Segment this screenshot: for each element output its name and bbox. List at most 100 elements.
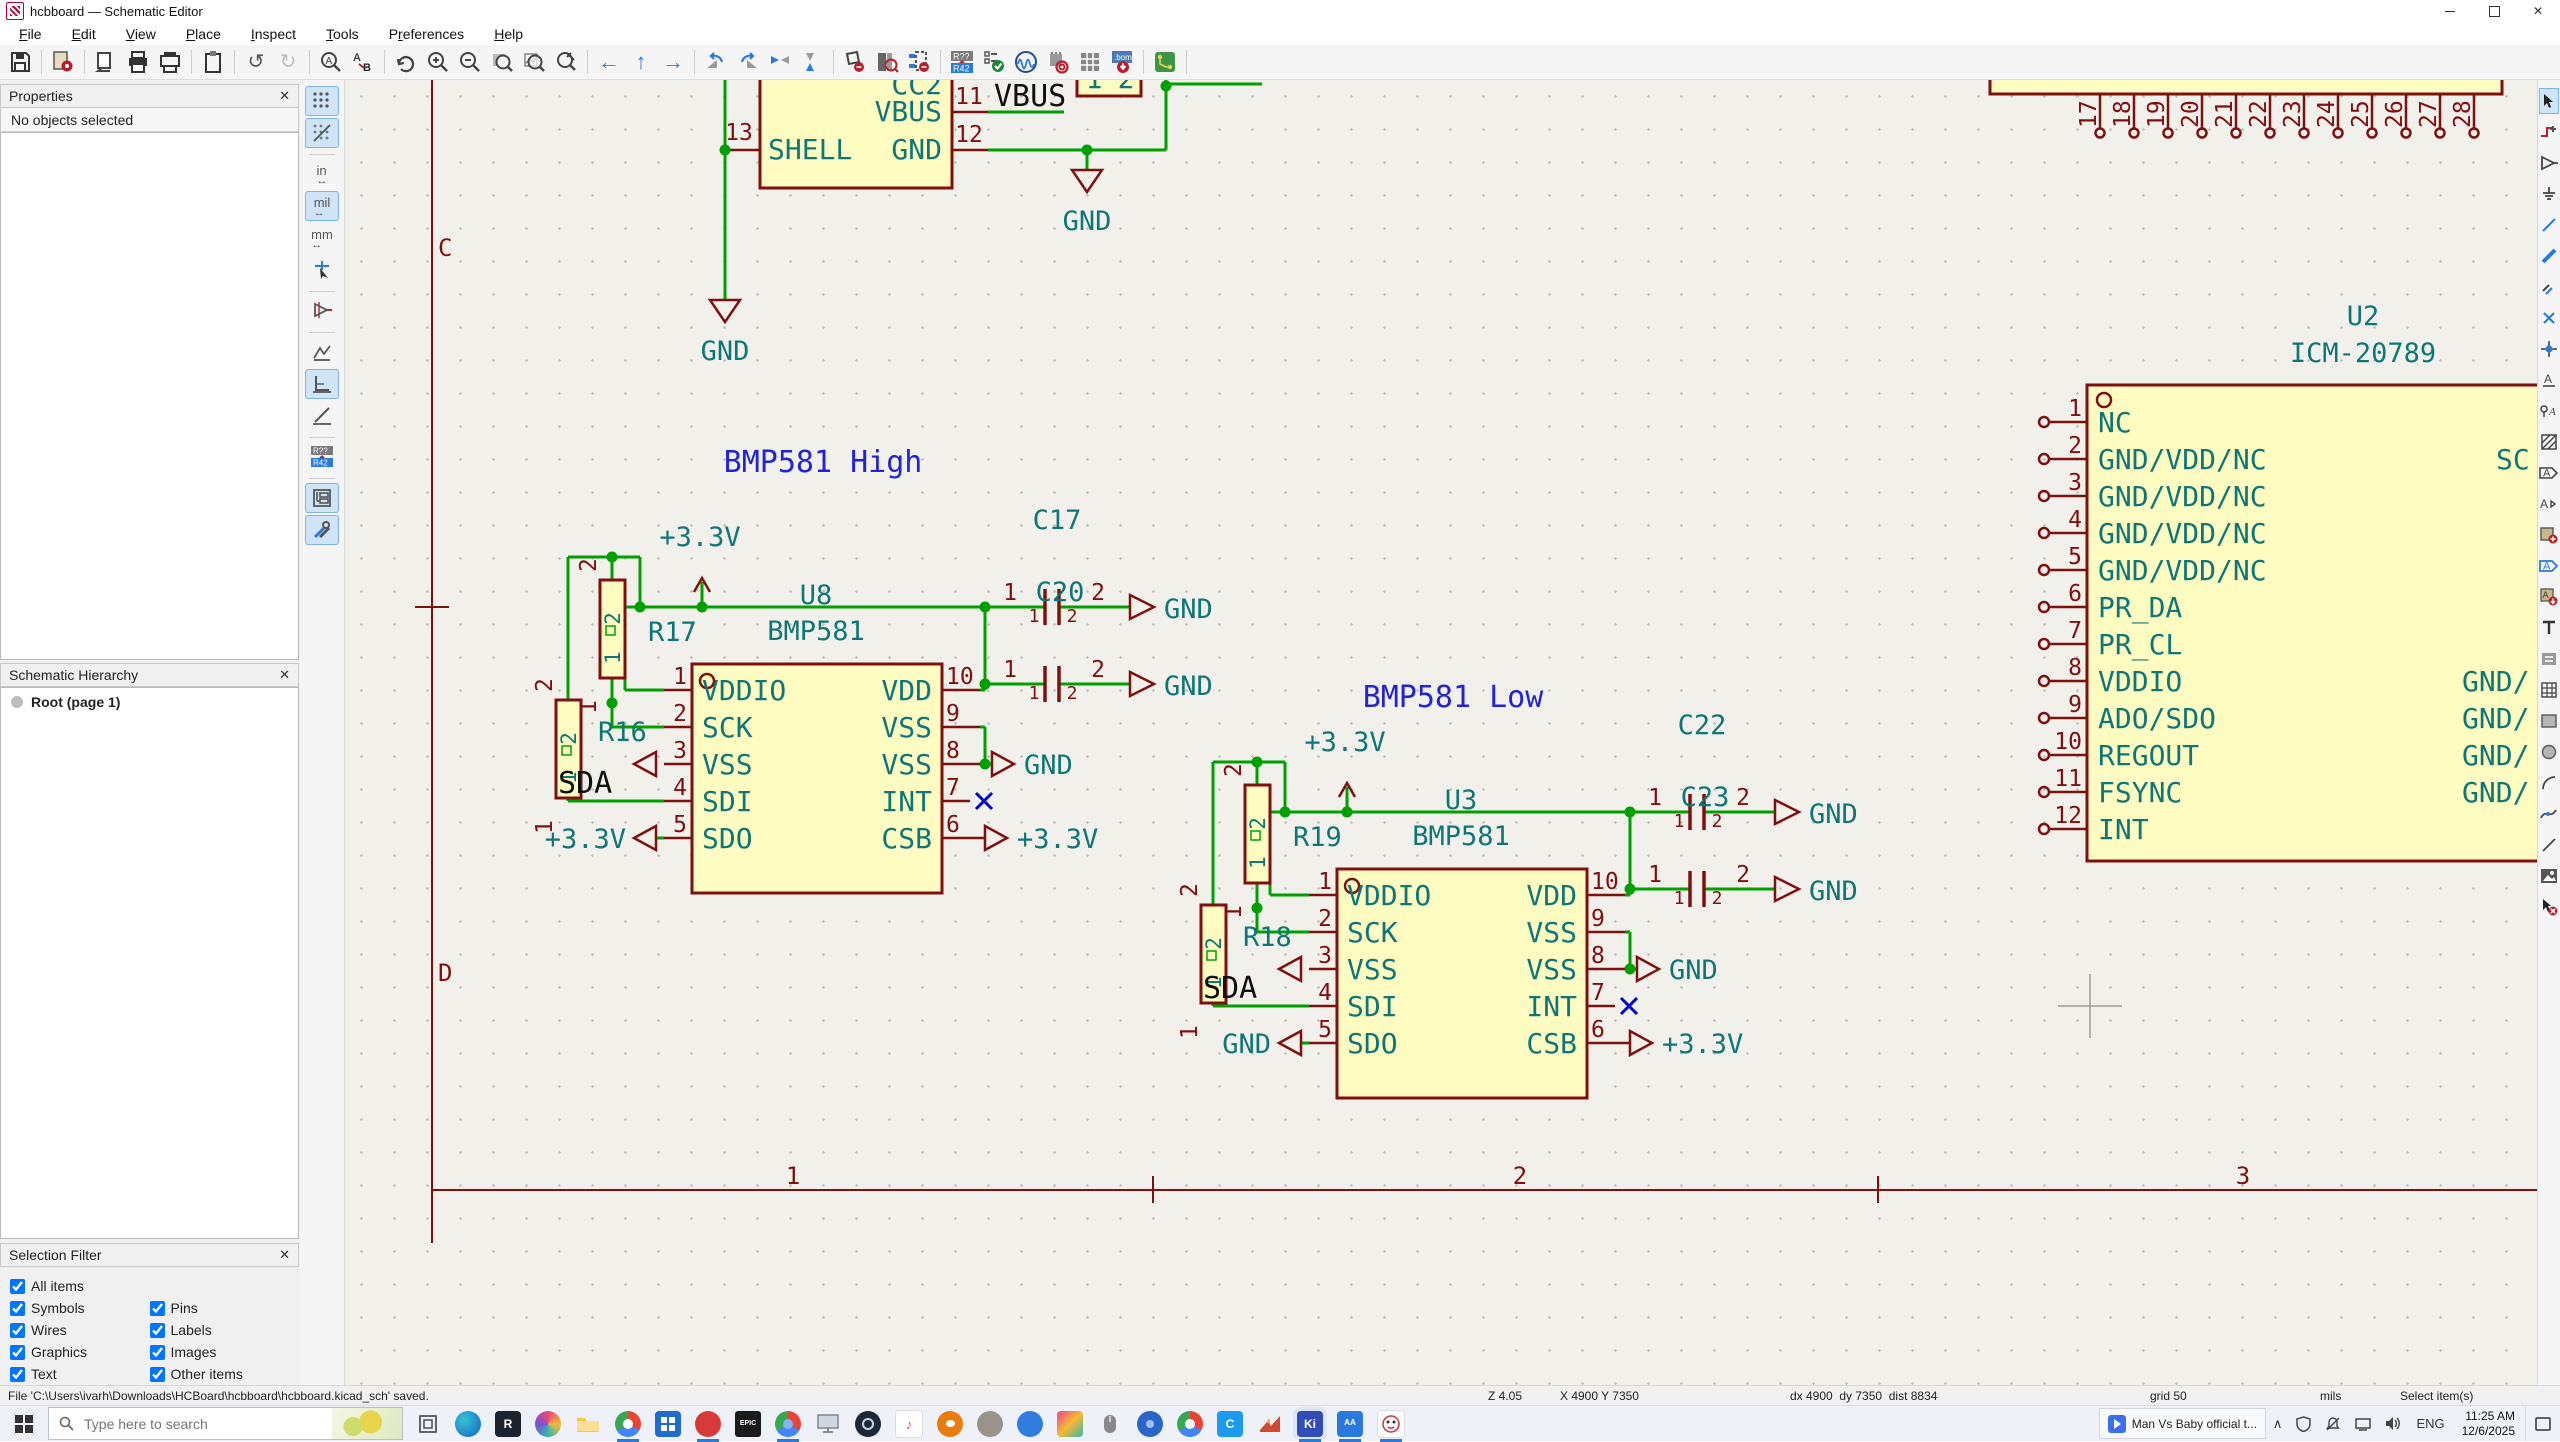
bmp581-u3-symbol[interactable]: U3 BMP581 1 2 3 4 5 10 9 8 7 6 VDDIO SCK [1309, 785, 1630, 1098]
mirror-v-button[interactable] [764, 47, 796, 77]
redo-button[interactable]: ↻ [272, 47, 304, 77]
filter-wires-checkbox[interactable] [10, 1323, 25, 1338]
filter-labels[interactable]: Labels [150, 1322, 290, 1338]
app-icon-epic[interactable]: EPIC [735, 1411, 761, 1437]
draw-arc-button[interactable] [2539, 770, 2559, 796]
grid-visibility-button[interactable] [305, 86, 339, 116]
wire-45deg-button[interactable] [305, 401, 339, 431]
place-table-button[interactable] [2539, 677, 2559, 703]
properties-manager-button[interactable] [305, 515, 339, 545]
app-icon-sticker[interactable] [1377, 1410, 1405, 1438]
sdo-net-label[interactable]: GND [1222, 1029, 1271, 1060]
filter-wires[interactable]: Wires [10, 1322, 150, 1338]
wire-hv-button[interactable] [305, 369, 339, 399]
undo-button[interactable]: ↺ [240, 47, 272, 77]
csb-net-label[interactable]: +3.3V [1662, 1029, 1743, 1060]
zoom-selection-button[interactable] [550, 47, 582, 77]
delete-tool-button[interactable] [2539, 894, 2559, 920]
hierarchy-header[interactable]: Schematic Hierarchy ✕ [0, 663, 299, 687]
plot-button[interactable] [154, 47, 186, 77]
save-button[interactable] [4, 47, 36, 77]
hidden-pins-button[interactable] [305, 296, 339, 326]
app-icon-krita[interactable] [1057, 1411, 1083, 1437]
cursor-shape-button[interactable] [305, 255, 339, 285]
place-power-button[interactable] [2539, 181, 2559, 207]
menu-tools[interactable]: Tools [311, 24, 374, 44]
zoom-objects-button[interactable] [518, 47, 550, 77]
place-junction-button[interactable] [2539, 336, 2559, 362]
app-icon-pa[interactable]: ᴬᴬ [1337, 1411, 1363, 1437]
schematic-setup-button[interactable] [47, 47, 79, 77]
menu-file[interactable]: File [4, 24, 57, 44]
app-icon-mouse-settings[interactable] [1097, 1411, 1123, 1437]
menu-preferences[interactable]: Preferences [374, 24, 480, 44]
selection-filter-header[interactable]: Selection Filter ✕ [0, 1243, 299, 1267]
app-icon-skype[interactable] [1017, 1411, 1043, 1437]
filter-other-items[interactable]: Other items [150, 1366, 290, 1382]
find-button[interactable]: A [315, 47, 347, 77]
tray-bell-off-icon[interactable] [2325, 1416, 2341, 1432]
filter-all-items-checkbox[interactable] [10, 1279, 25, 1294]
icm20789-u2-symbol[interactable]: U2 ICM-20789 1 2 3 4 5 6 7 8 9 10 11 12 [2039, 301, 2537, 861]
filter-pins-checkbox[interactable] [150, 1301, 165, 1316]
sda-label[interactable]: SDA [558, 766, 612, 801]
hierarchy-root-item[interactable]: Root (page 1) [1, 688, 298, 716]
filter-labels-checkbox[interactable] [150, 1323, 165, 1338]
zoom-out-button[interactable] [454, 47, 486, 77]
app-icon-c[interactable]: C [1217, 1411, 1243, 1437]
start-button[interactable] [0, 1406, 48, 1441]
global-label-button[interactable]: A [2539, 398, 2559, 424]
app-icon-blender[interactable] [937, 1411, 963, 1437]
vss-gnd-label[interactable]: GND [1024, 750, 1073, 781]
app-icon-matlab[interactable] [1257, 1411, 1283, 1437]
bus-entry-button[interactable] [2539, 274, 2559, 300]
units-inches-button[interactable]: in↔ [305, 159, 339, 189]
capacitor-c17[interactable]: C17 1 2 1 2 GND [1003, 505, 1213, 627]
zoom-in-button[interactable] [422, 47, 454, 77]
export-bom-button[interactable]: .bom [1106, 47, 1138, 77]
paste-button[interactable] [197, 47, 229, 77]
open-pcb-editor-button[interactable] [1149, 47, 1181, 77]
notification-center-button[interactable] [2525, 1406, 2560, 1441]
symbol-library-browser-button[interactable] [871, 47, 903, 77]
find-replace-button[interactable]: AB [347, 47, 379, 77]
units-mm-button[interactable]: mm↔ [305, 223, 339, 253]
no-connect-button[interactable] [2539, 305, 2559, 331]
hierarchy-close-icon[interactable]: ✕ [279, 667, 290, 683]
filter-text-checkbox[interactable] [10, 1367, 25, 1382]
net-label-button[interactable]: A [2539, 367, 2559, 393]
hierarchical-label-button[interactable]: A [2539, 460, 2559, 486]
netclass-directive-button[interactable] [2539, 429, 2559, 455]
place-symbol-button[interactable] [2539, 150, 2559, 176]
media-control[interactable]: Man Vs Baby official t... [2099, 1408, 2266, 1439]
app-icon-gimp[interactable] [977, 1411, 1003, 1437]
simulator-button[interactable] [1010, 47, 1042, 77]
page-settings-button[interactable] [90, 47, 122, 77]
filter-pins[interactable]: Pins [150, 1300, 290, 1316]
wire-free-angle-button[interactable] [305, 337, 339, 367]
menu-inspect[interactable]: Inspect [236, 24, 311, 44]
app-icon-steam[interactable] [855, 1411, 881, 1437]
edit-symbol-button[interactable] [903, 47, 935, 77]
top-right-connector-symbol[interactable]: 17 18 19 20 21 22 23 24 25 26 27 28 [1990, 80, 2502, 138]
maximize-button[interactable] [2472, 0, 2516, 22]
filter-images-checkbox[interactable] [150, 1345, 165, 1360]
csb-net-label[interactable]: +3.3V [1017, 824, 1098, 855]
properties-header[interactable]: Properties ✕ [0, 84, 299, 108]
filter-all-items[interactable]: All items [10, 1278, 150, 1294]
taskbar-search[interactable] [48, 1407, 403, 1440]
filter-symbols[interactable]: Symbols [10, 1300, 150, 1316]
tray-network-icon[interactable] [2355, 1417, 2371, 1431]
import-sheet-pin-button[interactable]: A [2539, 584, 2559, 610]
tray-language[interactable]: ENG [2416, 1416, 2444, 1431]
select-tool-button[interactable] [2539, 88, 2559, 114]
menu-edit[interactable]: Edit [57, 24, 111, 44]
menu-place[interactable]: Place [171, 24, 236, 44]
search-input[interactable] [82, 1415, 324, 1433]
search-daily-image[interactable] [332, 1408, 402, 1439]
draw-wire-button[interactable] [2539, 212, 2559, 238]
vbus-net[interactable]: VBUS [988, 80, 1066, 114]
filter-graphics-checkbox[interactable] [10, 1345, 25, 1360]
app-icon-chrome-2[interactable] [775, 1411, 801, 1437]
place-sheet-button[interactable] [2539, 522, 2559, 548]
